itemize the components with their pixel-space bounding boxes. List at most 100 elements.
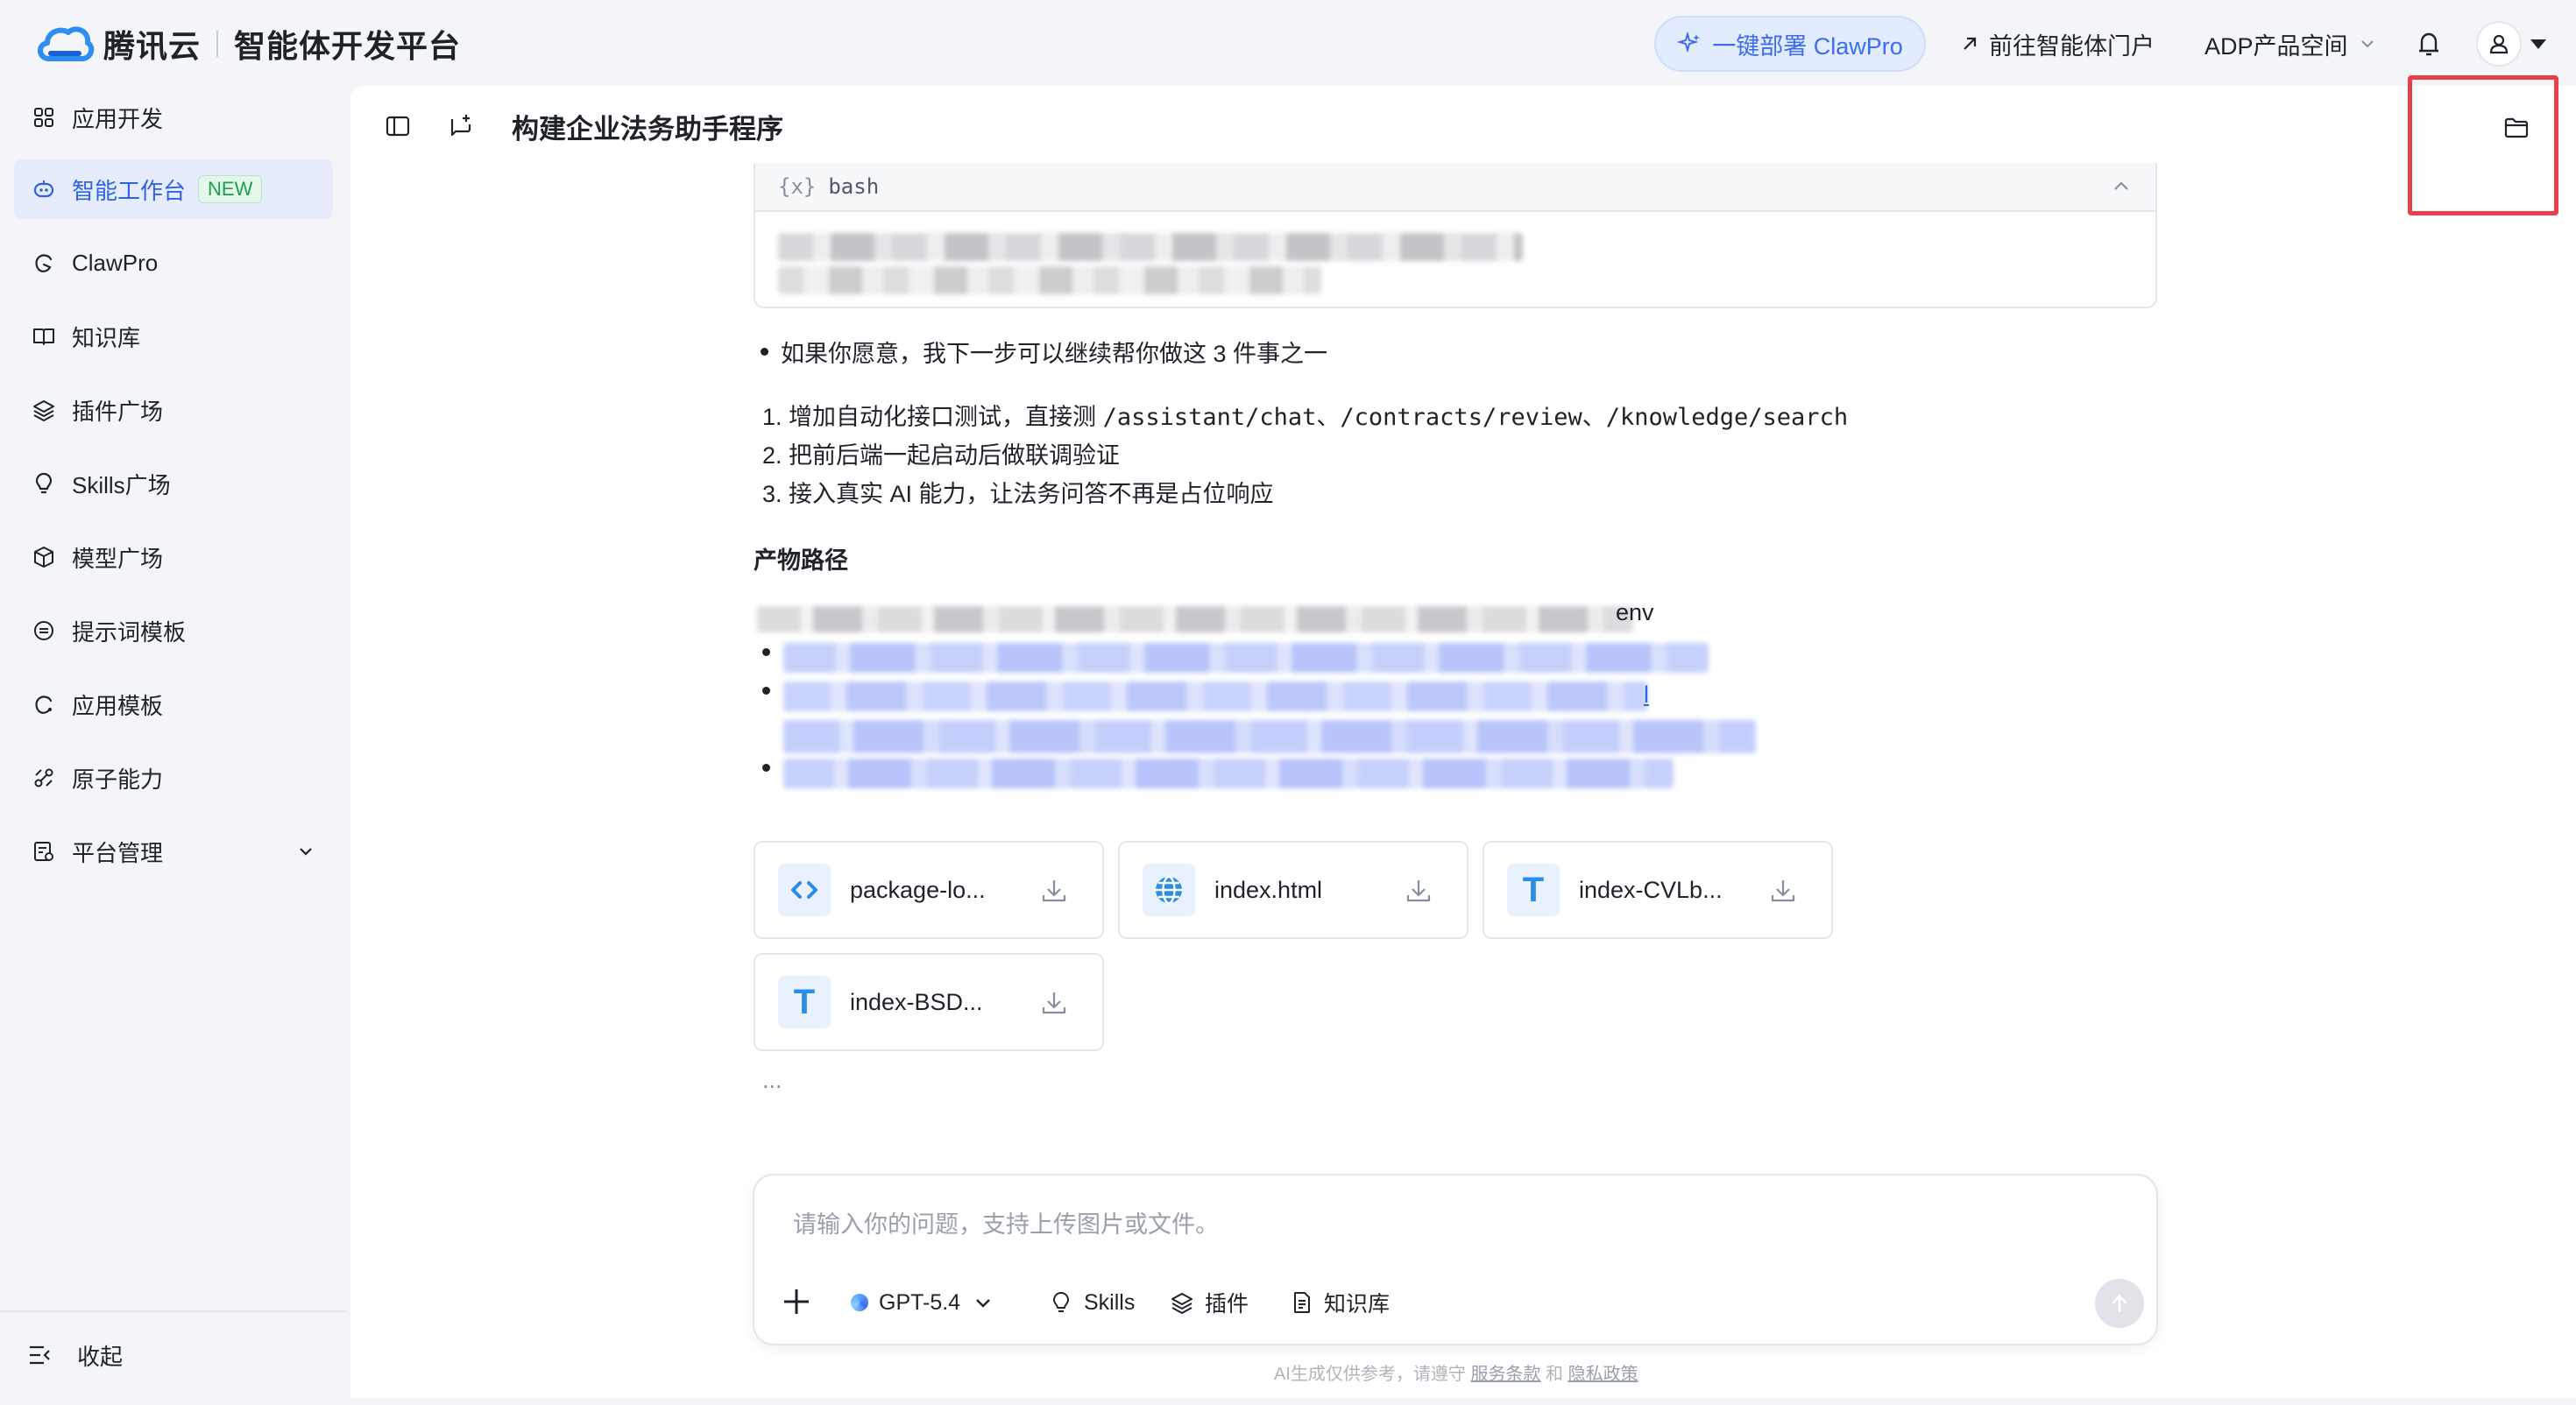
list-text: 接入真实 AI 能力，让法务问答不再是占位响应 — [789, 481, 1274, 507]
redacted-link[interactable] — [783, 759, 1674, 788]
code-block: {x} bash — [754, 163, 2157, 308]
sidebar-item-skills[interactable]: Skills广场 — [14, 454, 333, 513]
list-number: 1. — [762, 404, 782, 430]
toggle-sidebar-icon[interactable] — [384, 112, 412, 140]
bullet-dot — [762, 687, 770, 695]
sidebar-item-knowledge[interactable]: 知识库 — [14, 307, 333, 366]
code-block-header[interactable]: {x} bash — [755, 163, 2155, 212]
file-name: index-CVLb... — [1579, 876, 1723, 903]
skills-button[interactable]: Skills — [1049, 1281, 1135, 1324]
space-label: ADP产品空间 — [2204, 32, 2348, 60]
plugin-button[interactable]: 插件 — [1170, 1281, 1249, 1324]
user-icon — [2489, 34, 2509, 54]
redacted-link[interactable] — [783, 720, 1756, 753]
file-card[interactable]: T index-BSD... — [754, 953, 1104, 1051]
new-chat-icon[interactable] — [447, 112, 475, 140]
model-selector[interactable]: GPT-5.4 — [851, 1281, 994, 1324]
layers-icon — [1171, 1293, 1192, 1314]
caret-down-icon — [2530, 39, 2546, 49]
sidebar-item-label: 应用模板 — [72, 692, 164, 719]
knowledge-base-button[interactable]: 知识库 — [1289, 1281, 1390, 1324]
collapse-sidebar-button[interactable]: 收起 — [26, 1333, 123, 1377]
download-icon[interactable] — [1039, 988, 1069, 1018]
document-icon — [1294, 1292, 1310, 1313]
redacted-link[interactable] — [783, 681, 1647, 711]
sidebar-item-admin[interactable]: 平台管理 — [14, 822, 333, 881]
arrow-up-right-icon — [1964, 37, 1977, 50]
avatar[interactable] — [2476, 21, 2522, 67]
sidebar-item-models[interactable]: 模型广场 — [14, 527, 333, 587]
file-card[interactable]: index.html — [1118, 841, 1468, 939]
privacy-link[interactable]: 隐私政策 — [1568, 1365, 1638, 1384]
model-label: GPT-5.4 — [879, 1289, 961, 1315]
highlight-annotation — [2408, 75, 2558, 215]
download-icon[interactable] — [1404, 876, 1433, 906]
list-number: 2. — [762, 442, 782, 469]
sidebar-item-label: 知识库 — [72, 324, 141, 351]
bot-icon — [33, 180, 54, 198]
sidebar-item-label: 应用开发 — [72, 105, 164, 132]
bell-icon[interactable] — [2411, 26, 2446, 61]
download-icon[interactable] — [1768, 876, 1798, 906]
text-icon: T — [1507, 864, 1560, 916]
sidebar-item-atomic[interactable]: 原子能力 — [14, 748, 333, 808]
bullet-dot — [761, 348, 768, 356]
book-icon — [33, 328, 54, 345]
chevron-down-icon — [2360, 40, 2374, 48]
followup-intro: 如果你愿意，我下一步可以继续帮你做这 3 件事之一 — [754, 335, 1327, 369]
sidebar-item-prompts[interactable]: 提示词模板 — [14, 601, 333, 660]
artifact-link-item[interactable] — [762, 648, 782, 656]
sidebar-item-label: 模型广场 — [72, 545, 164, 572]
collapse-icon — [30, 1345, 50, 1365]
chevron-up-icon[interactable] — [2110, 175, 2133, 198]
deploy-clawpro-button[interactable]: 一键部署 ClawPro — [1654, 16, 1926, 72]
top-bar: 腾讯云 智能体开发平台 一键部署 ClawPro 前往智能体门户 ADP产品空间 — [0, 0, 2576, 86]
send-button[interactable] — [2095, 1279, 2144, 1328]
brand-logo[interactable]: 腾讯云 智能体开发平台 — [33, 19, 461, 68]
sidebar-item-workbench[interactable]: 智能工作台 NEW — [14, 159, 333, 219]
artifact-link-item[interactable] — [762, 764, 782, 772]
product-name: 智能体开发平台 — [234, 28, 462, 64]
sidebar-item-plugins[interactable]: 插件广场 — [14, 380, 333, 440]
product-space-dropdown[interactable]: ADP产品空间 — [2204, 19, 2376, 68]
code-language: bash — [828, 174, 880, 199]
list-code: /assistant/chat、/contracts/review、/knowl… — [1102, 404, 1849, 431]
collapse-label: 收起 — [77, 1343, 124, 1370]
atom-icon — [34, 768, 53, 787]
disclaimer: AI生成仅供参考，请遵守 服务条款 和 隐私政策 — [1274, 1365, 1638, 1384]
sidebar-divider — [0, 1310, 347, 1312]
bulb-icon — [1053, 1292, 1069, 1312]
file-card[interactable]: package-lo... — [754, 841, 1104, 939]
grid-icon — [34, 108, 53, 127]
chat-input[interactable] — [793, 1205, 2020, 1249]
user-menu[interactable] — [2476, 21, 2555, 67]
sidebar-item-label: 平台管理 — [72, 839, 164, 866]
deploy-label: 一键部署 ClawPro — [1712, 32, 1903, 60]
list-number: 3. — [762, 481, 782, 507]
sidebar-item-app-templates[interactable]: 应用模板 — [14, 674, 333, 734]
cube-icon — [34, 547, 53, 568]
sidebar-item-label: 原子能力 — [72, 766, 164, 793]
artifact-link-item[interactable] — [762, 687, 782, 695]
file-name: package-lo... — [850, 876, 986, 903]
agent-portal-link[interactable]: 前往智能体门户 — [1959, 19, 2155, 68]
sidebar-item-app-dev[interactable]: 应用开发 — [14, 88, 333, 147]
terms-link[interactable]: 服务条款 — [1470, 1365, 1540, 1384]
redacted-path — [757, 606, 1633, 632]
list-item: 1. 增加自动化接口测试，直接测 /assistant/chat、/contra… — [762, 398, 1848, 432]
bulb-icon — [35, 472, 53, 494]
brand-divider — [216, 31, 219, 57]
redacted-link[interactable] — [783, 643, 1709, 673]
plus-icon[interactable] — [777, 1282, 816, 1321]
list-text: 增加自动化接口测试，直接测 — [789, 404, 1103, 430]
list-item: 2. 把前后端一起启动后做联调验证 — [762, 436, 1120, 470]
file-card[interactable]: T index-CVLb... — [1483, 841, 1833, 939]
sidebar-item-label: 智能工作台 — [72, 177, 187, 204]
bullet-dot — [762, 764, 770, 772]
admin-icon — [34, 842, 53, 861]
followup-text: 如果你愿意，我下一步可以继续帮你做这 3 件事之一 — [781, 341, 1328, 367]
sidebar-item-clawpro[interactable]: ClawPro — [14, 233, 333, 293]
sidebar-item-label: Skills广场 — [72, 471, 171, 498]
download-icon[interactable] — [1039, 876, 1069, 906]
link-tail[interactable]: l — [1644, 681, 1649, 709]
